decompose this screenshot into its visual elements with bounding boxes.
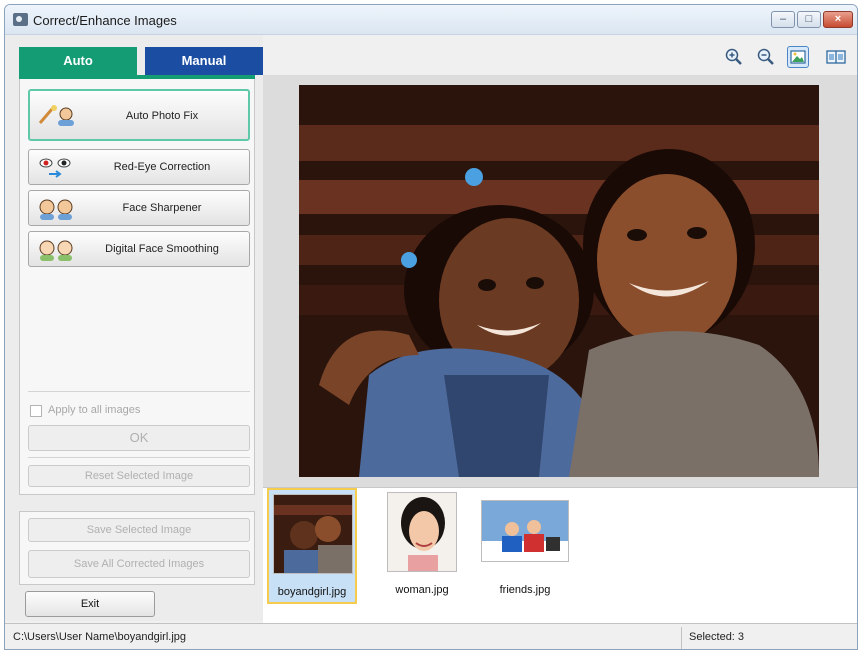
thumbnail-item[interactable]: friends.jpg xyxy=(477,488,573,604)
apply-all-checkbox[interactable] xyxy=(30,405,42,417)
app-icon xyxy=(13,13,28,26)
zoom-in-icon xyxy=(725,48,742,65)
status-file-path: C:\Users\User Name\boyandgirl.jpg xyxy=(13,631,187,643)
close-button[interactable]: × xyxy=(823,11,853,28)
save-all-corrected-images-button[interactable]: Save All Corrected Images xyxy=(28,550,250,578)
save-panel: Save Selected Image Save All Corrected I… xyxy=(19,511,255,585)
left-panel: Auto Manual Auto Photo Fix Red-Eye Corre… xyxy=(5,35,263,621)
face-sharpener-label: Face Sharpener xyxy=(122,202,202,214)
minimize-icon: – xyxy=(779,13,787,25)
red-eye-icon xyxy=(39,158,71,178)
face-sharpener-icon xyxy=(39,199,73,220)
thumbnail-strip: boyandgirl.jpg woman.jpg friends.jpg xyxy=(263,487,857,623)
single-view-icon xyxy=(790,50,806,64)
thumbnail-item[interactable]: boyandgirl.jpg xyxy=(267,488,357,604)
thumbnail-name: friends.jpg xyxy=(499,584,551,596)
minimize-button[interactable]: – xyxy=(771,11,795,28)
auto-photo-fix-label: Auto Photo Fix xyxy=(125,110,199,122)
auto-functions-panel: Auto Photo Fix Red-Eye Correction Face S… xyxy=(19,79,255,495)
maximize-icon: □ xyxy=(805,13,813,25)
thumbnail-name: woman.jpg xyxy=(395,584,449,596)
red-eye-correction-button[interactable]: Red-Eye Correction xyxy=(28,149,250,185)
face-sharpener-button[interactable]: Face Sharpener xyxy=(28,190,250,226)
main-window: Correct/Enhance Images – □ × Auto Manual… xyxy=(4,4,858,650)
zoom-out-icon xyxy=(757,48,774,65)
options-divider xyxy=(28,391,250,392)
view-toolbar xyxy=(263,35,857,75)
reset-divider xyxy=(28,457,250,458)
digital-face-smoothing-button[interactable]: Digital Face Smoothing xyxy=(28,231,250,267)
single-view-button[interactable] xyxy=(787,46,809,68)
preview-photo-graphic xyxy=(299,85,819,477)
thumbnail-image xyxy=(273,494,353,574)
preview-image[interactable] xyxy=(299,85,819,477)
auto-photo-fix-button[interactable]: Auto Photo Fix xyxy=(28,89,250,141)
status-separator xyxy=(681,627,682,649)
maximize-button[interactable]: □ xyxy=(797,11,821,28)
thumbnail-item[interactable]: woman.jpg xyxy=(377,488,467,604)
exit-button[interactable]: Exit xyxy=(25,591,155,617)
reset-selected-image-button[interactable]: Reset Selected Image xyxy=(28,465,250,487)
title-bar[interactable]: Correct/Enhance Images – □ × xyxy=(5,5,857,35)
digital-face-smoothing-label: Digital Face Smoothing xyxy=(105,243,219,255)
status-selected-count: Selected: 3 xyxy=(689,631,745,643)
tab-auto[interactable]: Auto xyxy=(19,47,137,75)
save-selected-image-button[interactable]: Save Selected Image xyxy=(28,518,250,542)
compare-view-button[interactable] xyxy=(825,46,847,68)
zoom-in-button[interactable] xyxy=(723,46,745,68)
thumbnail-name: boyandgirl.jpg xyxy=(277,586,347,598)
close-icon: × xyxy=(834,13,842,25)
status-bar: C:\Users\User Name\boyandgirl.jpg Select… xyxy=(5,623,857,649)
ok-button[interactable]: OK xyxy=(28,425,250,451)
red-eye-correction-label: Red-Eye Correction xyxy=(113,161,211,173)
thumbnail-image xyxy=(387,492,457,572)
face-smoothing-icon xyxy=(39,240,73,261)
zoom-out-button[interactable] xyxy=(755,46,777,68)
preview-area xyxy=(263,75,857,487)
window-title: Correct/Enhance Images xyxy=(33,13,177,28)
thumbnail-image xyxy=(481,500,569,562)
compare-view-icon xyxy=(826,50,846,64)
auto-photo-fix-icon xyxy=(38,105,74,126)
tab-manual[interactable]: Manual xyxy=(145,47,263,75)
apply-all-label: Apply to all images xyxy=(48,404,141,416)
